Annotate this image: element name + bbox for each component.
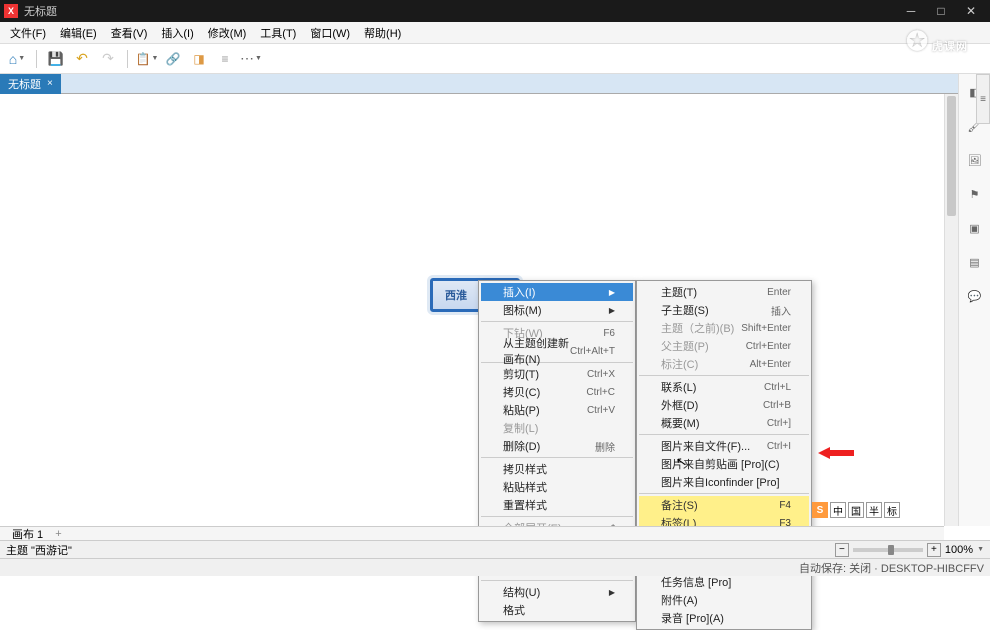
app-icon: X xyxy=(4,4,18,18)
task-icon[interactable]: ▣ xyxy=(963,212,987,244)
menu-insert[interactable]: 插入(I) xyxy=(155,23,199,43)
save-button[interactable]: 💾 xyxy=(45,48,67,70)
ime-icon[interactable]: S xyxy=(812,502,828,518)
undo-button[interactable]: ↶ xyxy=(71,48,93,70)
toolbar: ⌂▼ 💾 ↶ ↷ 📋▼ 🔗 ◨ ≡ ⋯▼ xyxy=(0,44,990,74)
menu-item[interactable]: 主题(T)Enter xyxy=(639,283,809,301)
clipboard-button[interactable]: 📋▼ xyxy=(136,48,158,70)
menu-item[interactable]: 拷贝(C)Ctrl+C xyxy=(481,383,633,401)
zoom-out-button[interactable]: − xyxy=(835,543,849,557)
right-panel: ≡ ◧ 🖌 🖼 ⚑ ▣ ▤ 💬 xyxy=(958,74,990,526)
menu-item: 主题（之前)(B)Shift+Enter xyxy=(639,319,809,337)
footer-bar: 自动保存: 关闭 · DESKTOP-HIBCFFV xyxy=(0,558,990,576)
menu-item[interactable]: 外框(D)Ctrl+B xyxy=(639,396,809,414)
home-button[interactable]: ⌂▼ xyxy=(6,48,28,70)
comment-icon[interactable]: 💬 xyxy=(963,280,987,312)
menu-item[interactable]: 拷贝样式 xyxy=(481,460,633,478)
menu-item[interactable]: 剪切(T)Ctrl+X xyxy=(481,365,633,383)
menu-item[interactable]: 图片来自剪贴画 [Pro](C) xyxy=(639,455,809,473)
vertical-scrollbar[interactable] xyxy=(944,94,958,526)
menu-item[interactable]: 结构(U)▶ xyxy=(481,583,633,601)
menu-item: 标注(C)Alt+Enter xyxy=(639,355,809,373)
menu-item[interactable]: 录音 [Pro](A) xyxy=(639,609,809,627)
tab-bar: 无标题 × xyxy=(0,74,990,94)
redo-button[interactable]: ↷ xyxy=(97,48,119,70)
status-bar: 主题 "西游记" − + 100% ▼ xyxy=(0,540,990,558)
menu-item[interactable]: 概要(M)Ctrl+] xyxy=(639,414,809,432)
tab-close-icon[interactable]: × xyxy=(47,78,53,89)
more-button[interactable]: ⋯▼ xyxy=(240,48,262,70)
menu-item[interactable]: 备注(S)F4 xyxy=(639,496,809,514)
zoom-control: − + 100% ▼ xyxy=(835,543,984,557)
ime-lang[interactable]: 中 xyxy=(830,502,846,518)
menu-item[interactable]: 图标(M)▶ xyxy=(481,301,633,319)
menu-bar: 文件(F) 编辑(E) 查看(V) 插入(I) 修改(M) 工具(T) 窗口(W… xyxy=(0,22,990,44)
menu-item[interactable]: 粘贴样式 xyxy=(481,478,633,496)
ime-punct[interactable]: 标 xyxy=(884,502,900,518)
menu-item[interactable]: 子主题(S)插入 xyxy=(639,301,809,319)
document-tab[interactable]: 无标题 × xyxy=(0,74,61,94)
menu-edit[interactable]: 编辑(E) xyxy=(54,23,103,43)
node-text: 西淮 xyxy=(445,287,467,303)
tab-title: 无标题 xyxy=(8,76,41,92)
menu-item[interactable]: 重置样式 xyxy=(481,496,633,514)
menu-file[interactable]: 文件(F) xyxy=(4,23,52,43)
panel-handle[interactable]: ≡ xyxy=(976,74,990,124)
menu-item[interactable]: 图片来自文件(F)...Ctrl+I xyxy=(639,437,809,455)
minimize-button[interactable]: ─ xyxy=(896,0,926,22)
page-tabs: 画布 1 + xyxy=(0,526,944,540)
menu-item[interactable]: 联系(L)Ctrl+L xyxy=(639,378,809,396)
menu-window[interactable]: 窗口(W) xyxy=(304,23,356,43)
maximize-button[interactable]: □ xyxy=(926,0,956,22)
submenu-insert: 主题(T)Enter子主题(S)插入主题（之前)(B)Shift+Enter父主… xyxy=(636,280,812,630)
menu-item[interactable]: 格式 xyxy=(481,601,633,619)
link-button[interactable]: 🔗 xyxy=(162,48,184,70)
zoom-slider[interactable] xyxy=(853,548,923,552)
menu-modify[interactable]: 修改(M) xyxy=(202,23,253,43)
boundary-button[interactable]: ◨ xyxy=(188,48,210,70)
zoom-dropdown-icon[interactable]: ▼ xyxy=(977,546,984,553)
status-topic: 主题 "西游记" xyxy=(6,542,72,558)
add-page-button[interactable]: + xyxy=(55,528,61,540)
menu-item: 复制(L) xyxy=(481,419,633,437)
menu-tools[interactable]: 工具(T) xyxy=(254,23,302,43)
menu-item: 父主题(P)Ctrl+Enter xyxy=(639,337,809,355)
summary-button[interactable]: ≡ xyxy=(214,48,236,70)
menu-item[interactable]: 图片来自Iconfinder [Pro] xyxy=(639,473,809,491)
close-button[interactable]: ✕ xyxy=(956,0,986,22)
ime-indicator: S 中 国 半 标 xyxy=(812,502,900,518)
title-bar: X 无标题 ─ □ ✕ xyxy=(0,0,990,22)
menu-view[interactable]: 查看(V) xyxy=(105,23,154,43)
menu-item[interactable]: 删除(D)删除 xyxy=(481,437,633,455)
ime-width[interactable]: 半 xyxy=(866,502,882,518)
flag-icon[interactable]: ⚑ xyxy=(963,178,987,210)
menu-item[interactable]: 插入(I)▶ xyxy=(481,283,633,301)
window-title: 无标题 xyxy=(24,3,57,19)
zoom-value: 100% xyxy=(945,544,973,556)
image-icon[interactable]: 🖼 xyxy=(963,144,987,176)
menu-item[interactable]: 从主题创建新画布(N)Ctrl+Alt+T xyxy=(481,342,633,360)
menu-item[interactable]: 粘贴(P)Ctrl+V xyxy=(481,401,633,419)
menu-item[interactable]: 附件(A) xyxy=(639,591,809,609)
autosave-status: 自动保存: 关闭 · DESKTOP-HIBCFFV xyxy=(799,560,984,576)
note-icon[interactable]: ▤ xyxy=(963,246,987,278)
ime-kb[interactable]: 国 xyxy=(848,502,864,518)
menu-help[interactable]: 帮助(H) xyxy=(358,23,407,43)
zoom-in-button[interactable]: + xyxy=(927,543,941,557)
